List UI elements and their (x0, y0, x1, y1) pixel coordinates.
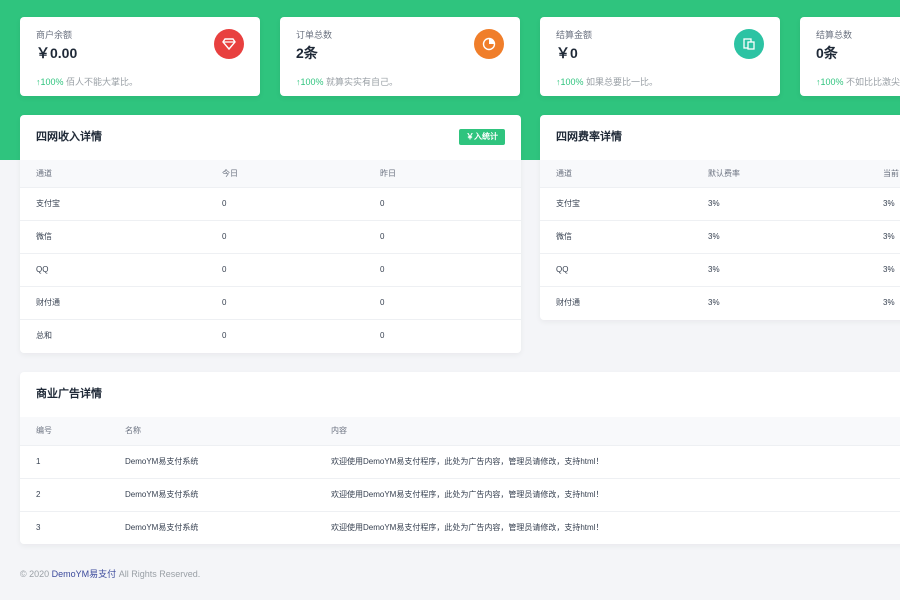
column-header: 今日 (206, 160, 364, 187)
table-row: 财付通 0 0 (20, 285, 521, 319)
stat-card-settlement-count: 结算总数 0条 ↑100% 不如比比激尖 (800, 17, 900, 96)
income-panel: 四网收入详情 ￥入统计 通道 今日 昨日 支付宝 0 0 微信 0 0 QQ 0 0 财付通… (20, 115, 521, 353)
column-header: 通道 (540, 160, 692, 187)
stat-value: 0条 (816, 45, 838, 61)
income-panel-title: 四网收入详情 ￥入统计 (20, 115, 521, 160)
table-row: 支付宝 0 0 (20, 186, 521, 220)
column-header: 当前 (867, 160, 900, 187)
document-icon (734, 29, 764, 59)
diamond-icon (214, 29, 244, 59)
rates-table: 通道 默认费率 当前 支付宝 3% 3% 微信 3% 3% QQ 3% 3% 财付通 3% 3% (540, 160, 900, 319)
table-row: QQ 3% 3% (540, 252, 900, 286)
table-row: QQ 0 0 (20, 252, 521, 286)
table-row: 财付通 3% 3% (540, 285, 900, 319)
rates-panel-title: 四网费率详情 (556, 131, 622, 143)
column-header: 名称 (109, 417, 315, 445)
stat-footnote: ↑100% 如果总要比一比。 (556, 77, 659, 87)
stat-card-settlement-amount: 结算金额 ￥0 ↑100% 如果总要比一比。 (540, 17, 780, 96)
column-header: 通道 (20, 160, 206, 187)
table-row: 1 DemoYM易支付系统 欢迎使用DemoYM易支付程序，此处为广告内容，管理员请… (20, 444, 900, 478)
rates-panel: 四网费率详情 通道 默认费率 当前 支付宝 3% 3% 微信 3% 3% QQ 3% 3% … (540, 115, 900, 320)
stat-footnote: ↑100% 佰人不能大掌比。 (36, 77, 139, 87)
column-header: 默认费率 (692, 160, 867, 187)
table-row: 微信 3% 3% (540, 219, 900, 253)
pie-chart-icon (474, 29, 504, 59)
ads-panel-title: 商业广告详情 (36, 388, 102, 400)
stat-footnote: ↑100% 不如比比激尖 (816, 77, 900, 87)
table-header-row: 通道 今日 昨日 (20, 160, 521, 187)
column-header: 内容 (315, 417, 900, 445)
table-row: 微信 0 0 (20, 219, 521, 253)
footer-brand-link[interactable]: DemoYM易支付 (52, 569, 117, 579)
table-row: 总和 0 0 (20, 318, 521, 352)
income-stats-button[interactable]: ￥入统计 (459, 129, 505, 145)
table-row: 支付宝 3% 3% (540, 186, 900, 220)
table-header-row: 编号 名称 内容 (20, 417, 900, 445)
table-header-row: 通道 默认费率 当前 (540, 160, 900, 187)
stat-label: 结算总数 (816, 30, 853, 40)
ads-table: 编号 名称 内容 1 DemoYM易支付系统 欢迎使用DemoYM易支付程序，此处为… (20, 417, 900, 544)
table-row: 3 DemoYM易支付系统 欢迎使用DemoYM易支付程序，此处为广告内容，管理员请… (20, 510, 900, 544)
table-row: 2 DemoYM易支付系统 欢迎使用DemoYM易支付程序，此处为广告内容，管理员请… (20, 477, 900, 511)
footer: © 2020 DemoYM易支付 All Rights Reserved. (20, 569, 201, 579)
stat-footnote: ↑100% 就算实实有自己。 (296, 77, 399, 87)
income-table: 通道 今日 昨日 支付宝 0 0 微信 0 0 QQ 0 0 财付通 0 0 总和 0 0 (20, 160, 521, 352)
column-header: 编号 (20, 417, 109, 445)
ads-panel: 商业广告详情 编号 名称 内容 1 DemoYM易支付系统 欢迎使用DemoYM易支… (20, 372, 900, 544)
stat-card-orders: 订单总数 2条 ↑100% 就算实实有自己。 (280, 17, 520, 96)
stat-card-balance: 商户余额 ￥0.00 ↑100% 佰人不能大掌比。 (20, 17, 260, 96)
column-header: 昨日 (364, 160, 521, 187)
